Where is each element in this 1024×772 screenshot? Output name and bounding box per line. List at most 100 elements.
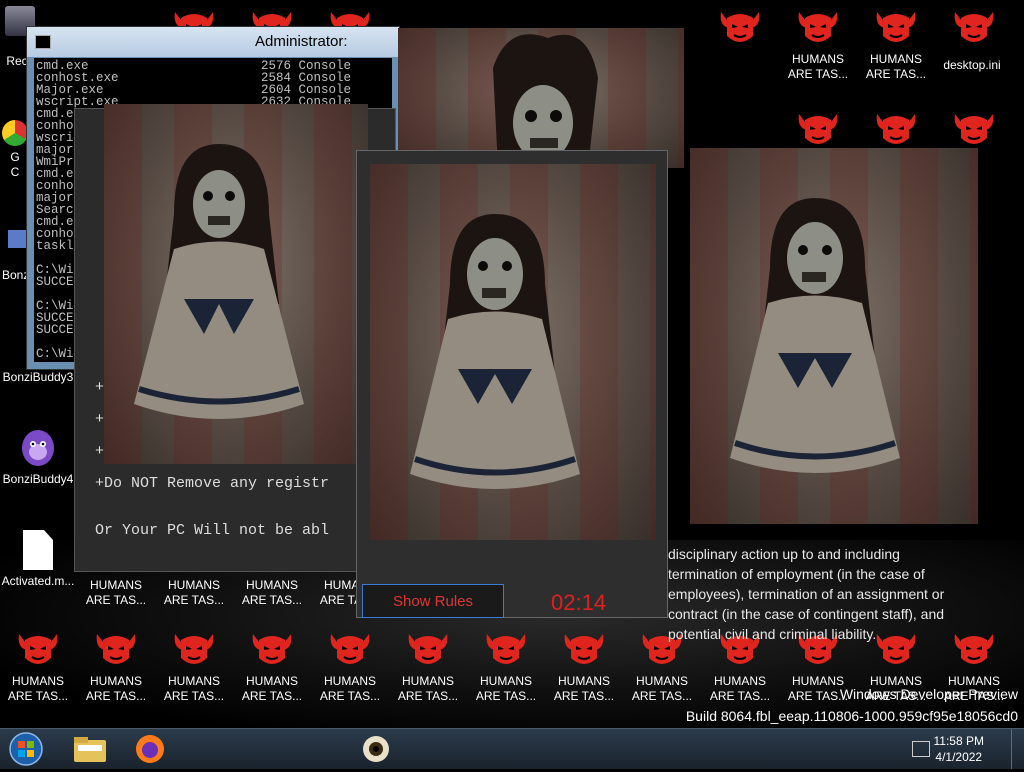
folder-icon <box>74 737 106 762</box>
purple-gorilla-icon <box>18 424 58 468</box>
devil-icon <box>951 110 997 150</box>
devil-shortcut[interactable] <box>704 8 776 52</box>
rules-registry-line: +Do NOT Remove any registr <box>95 475 330 492</box>
devil-label-line2: ARE TAS... <box>241 593 303 607</box>
devil-label-line1: HUMANS <box>167 674 220 688</box>
devil-shortcut[interactable]: HUMANS ARE TAS... <box>236 630 308 704</box>
devil-label-line2: ARE TAS... <box>865 67 927 81</box>
devil-shortcut[interactable]: HUMANS ARE TAS... <box>548 630 620 704</box>
devil-label-line2: ARE TAS... <box>709 689 771 703</box>
rules-plus-3: + <box>95 443 105 460</box>
devil-label-line2: ARE TAS... <box>631 689 693 703</box>
document-icon <box>23 530 53 570</box>
devil-label-line1: HUMANS <box>713 674 766 688</box>
devil-icon <box>171 630 217 670</box>
devil-label-line1: HUMANS <box>401 674 454 688</box>
devil-label-line1: HUMANS <box>479 674 532 688</box>
devil-shortcut[interactable]: HUMANS ARE TAS... <box>80 630 152 704</box>
devil-shortcut[interactable]: HUMANS ARE TAS... <box>236 578 308 608</box>
devil-label-line1: HUMANS <box>635 674 688 688</box>
devil-label-line1: HUMANS <box>11 674 64 688</box>
devil-icon <box>561 630 607 670</box>
clock-date: 4/1/2022 <box>935 750 983 764</box>
devil-icon <box>717 8 763 48</box>
devil-icon <box>405 630 451 670</box>
devil-shortcut[interactable]: HUMANS ARE TAS... <box>860 8 932 82</box>
show-rules-button[interactable]: Show Rules <box>362 584 504 618</box>
taskbar: 11:58 PM 4/1/2022 <box>0 728 1024 769</box>
devil-icon <box>483 630 529 670</box>
firefox-icon <box>136 735 164 763</box>
network-tray-icon[interactable] <box>912 741 930 757</box>
desktop-ini-label: desktop.ini <box>943 58 1001 72</box>
explorer-button[interactable] <box>68 731 112 767</box>
devil-label-line2: ARE TAS... <box>163 689 225 703</box>
policy-text: disciplinary action up to and including … <box>668 546 945 642</box>
show-desktop-button[interactable] <box>1011 729 1024 769</box>
devil-shortcut[interactable]: HUMANS ARE TAS... <box>470 630 542 704</box>
devil-shortcut[interactable]: HUMANS ARE TAS... <box>2 630 74 704</box>
bonzibuddy4-shortcut[interactable]: BonziBuddy4 <box>0 424 76 487</box>
devil-label-line2: ARE TAS... <box>319 689 381 703</box>
devil-icon <box>249 630 295 670</box>
activated-file[interactable]: Activated.m... <box>0 530 76 589</box>
devil-label-line2: ARE TAS... <box>397 689 459 703</box>
devil-shortcut[interactable]: HUMANS ARE TAS... <box>158 630 230 704</box>
bonzibuddy4-label: BonziBuddy4 <box>2 472 74 486</box>
devil-icon <box>93 630 139 670</box>
shortcut-arrow-icon <box>8 230 26 248</box>
devil-label-line1: HUMANS <box>245 578 298 592</box>
devil-shortcut[interactable]: HUMANS ARE TAS... <box>314 630 386 704</box>
devil-label-line2: ARE TAS... <box>85 689 147 703</box>
rules-plus-1: + <box>95 379 105 396</box>
devil-label-line2: ARE TAS... <box>787 67 849 81</box>
chrome-label: G C <box>10 150 20 179</box>
rules-plus-2: + <box>95 411 105 428</box>
devil-label-line1: HUMANS <box>167 578 220 592</box>
cmd-titlebar[interactable]: Administrator: Comma <box>27 27 399 80</box>
watermark-build: Build 8064.fbl_eeap.110806-1000.959cf95e… <box>685 708 1018 724</box>
devil-label-line2: ARE TAS... <box>85 593 147 607</box>
cmd-icon <box>35 35 51 49</box>
devil-icon <box>873 8 919 48</box>
firefox-button[interactable] <box>128 731 172 767</box>
watermark-edition: Windows Developer Preview <box>839 686 1018 702</box>
rules-pc-line: Or Your PC Will not be abl <box>95 522 330 539</box>
doll-image-center <box>370 164 656 540</box>
devil-shortcut[interactable]: HUMANS ARE TAS... <box>80 578 152 608</box>
devil-shortcut[interactable] <box>938 8 1010 52</box>
devil-icon <box>15 630 61 670</box>
devil-icon <box>327 630 373 670</box>
doll-image-left <box>104 104 368 464</box>
devil-label-line1: HUMANS <box>791 52 844 66</box>
doll-image-top <box>398 28 684 168</box>
devil-shortcut[interactable]: HUMANS ARE TAS... <box>392 630 464 704</box>
devil-icon <box>795 110 841 150</box>
devil-shortcut[interactable]: HUMANS ARE TAS... <box>158 578 230 608</box>
eyeball-button[interactable] <box>354 731 398 767</box>
devil-shortcut[interactable]: HUMANS ARE TAS... <box>782 8 854 82</box>
devil-label-line1: HUMANS <box>89 674 142 688</box>
devil-label-line2: ARE TAS... <box>475 689 537 703</box>
devil-label-line1: HUMANS <box>869 52 922 66</box>
eyeball-icon <box>363 736 389 762</box>
countdown-timer: 02:14 <box>551 590 607 615</box>
devil-label-line2: ARE TAS... <box>7 689 69 703</box>
devil-label-line1: HUMANS <box>245 674 298 688</box>
activated-label: Activated.m... <box>1 574 75 588</box>
devil-icon <box>795 8 841 48</box>
bonzibuddy3-label: BonziBuddy3 <box>2 370 74 384</box>
devil-label-line1: HUMANS <box>557 674 610 688</box>
system-clock[interactable]: 11:58 PM 4/1/2022 <box>934 733 984 765</box>
devil-label-line1: HUMANS <box>323 674 376 688</box>
devil-icon <box>873 110 919 150</box>
devil-icon <box>951 8 997 48</box>
devil-label-line2: ARE TAS... <box>553 689 615 703</box>
clock-time: 11:58 PM <box>933 734 984 748</box>
desktop-ini-shortcut[interactable]: desktop.ini <box>936 58 1008 73</box>
chrome-icon <box>2 120 28 146</box>
windows-orb-icon <box>9 732 43 766</box>
devil-label-line1: HUMANS <box>89 578 142 592</box>
start-button[interactable] <box>4 731 48 767</box>
devil-label-line2: ARE TAS... <box>241 689 303 703</box>
